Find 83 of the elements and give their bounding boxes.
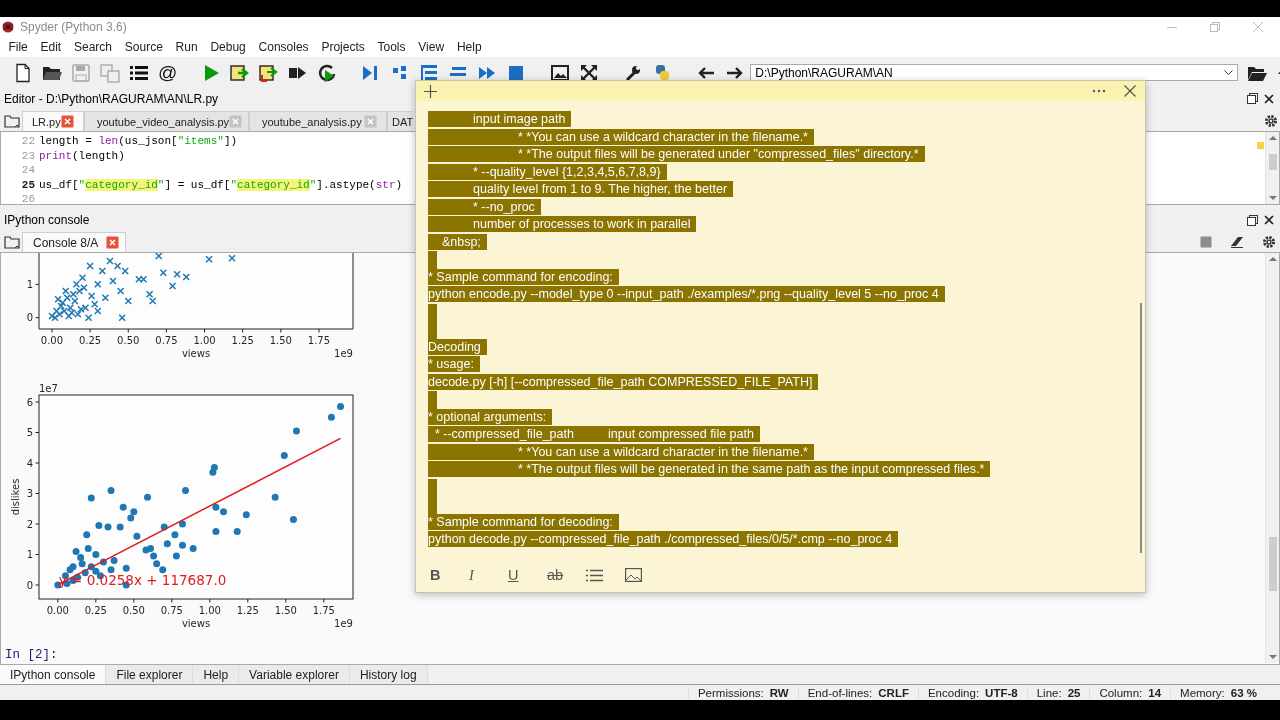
tick-label: 0 [26, 312, 33, 324]
menu-item[interactable]: Projects [315, 40, 372, 54]
axis-label: views [181, 348, 211, 357]
file-tab[interactable]: youtube_video_analysis.py [84, 111, 249, 131]
directory-combo[interactable]: D:\Python\RAGURAM\AN [750, 64, 1239, 81]
pane-tab[interactable]: History log [349, 665, 428, 684]
tick-label: 0 [26, 579, 33, 591]
tick-label: 1.00 [193, 335, 216, 346]
line-number: 22 [20, 134, 36, 149]
email-button[interactable]: @ [158, 62, 178, 83]
axis-offset-label: 1e9 [334, 348, 353, 357]
tick-label: 1 [26, 549, 33, 561]
tick-label: 0.50 [122, 605, 145, 616]
status-label: Permissions: [697, 686, 764, 699]
menu-item[interactable]: Help [450, 40, 488, 54]
status-label: End-of-lines: [807, 686, 873, 699]
status-label: Encoding: [927, 686, 980, 699]
pane-tab[interactable]: File explorer [106, 665, 194, 684]
status-value: CRLF [878, 686, 909, 699]
tick-label: 0.75 [160, 605, 183, 616]
code-line: length = len(us_json["items"]) [39, 134, 238, 149]
status-value: 14 [1148, 686, 1162, 699]
tick-label: 2 [26, 518, 33, 530]
tick-label: 4 [26, 457, 33, 469]
tick-label: 0.00 [46, 605, 69, 616]
file-tab[interactable]: DAT [387, 111, 414, 131]
tick-label: 5 [26, 427, 33, 439]
axis-offset-label: 1e7 [39, 383, 58, 394]
console-prompt: In [2]: [4, 648, 59, 662]
menu-item[interactable]: View [411, 40, 451, 54]
format-button[interactable]: ab [547, 567, 586, 583]
menu-item[interactable]: File [2, 40, 35, 54]
menu-item[interactable]: Tools [371, 40, 412, 54]
status-value: RW [769, 686, 789, 699]
tick-label: 1 [26, 278, 33, 290]
status-value: 63 % [1230, 686, 1257, 699]
tick-label: 1.00 [198, 605, 221, 616]
tick-label: 1.50 [269, 335, 292, 346]
tick-label: 1.25 [236, 605, 259, 616]
menu-item[interactable]: Run [169, 40, 204, 54]
status-label: Line: [1036, 686, 1062, 699]
format-button[interactable]: U [508, 567, 547, 583]
status-value: 25 [1067, 686, 1081, 699]
menu-item[interactable]: Consoles [252, 40, 315, 54]
tick-label: 0.00 [40, 335, 64, 346]
status-value: UTF-8 [985, 686, 1018, 699]
pane-tab[interactable]: IPython console [0, 665, 107, 684]
menu-item[interactable]: Debug [204, 40, 253, 54]
file-tab[interactable]: LR.py [22, 111, 84, 131]
line-number: 26 [20, 192, 36, 207]
line-number: 24 [20, 163, 36, 178]
tick-label: 1.25 [231, 335, 254, 346]
equation-label: y = 0.0258x + 117687.0 [58, 571, 227, 588]
status-label: Memory: [1180, 686, 1225, 699]
code-line: us_df["category_id"] = us_df["category_id"].astype(str) [39, 177, 403, 192]
menu-item[interactable]: Source [118, 40, 170, 54]
menu-item[interactable]: Search [67, 40, 119, 54]
tick-label: 0.75 [155, 335, 178, 346]
tick-label: 0.25 [79, 335, 102, 346]
menu-item[interactable]: Edit [34, 40, 68, 54]
axis-offset-label: 1e9 [334, 618, 353, 629]
tick-label: 6 [26, 396, 33, 408]
tick-label: 1.75 [307, 335, 331, 346]
pane-title: Editor - D:\Python\RAGURAM\AN\LR.py [4, 91, 219, 106]
status-label: Column: [1099, 686, 1143, 699]
tick-label: 3 [26, 488, 33, 500]
tick-label: 1.75 [312, 605, 335, 616]
pane-tab[interactable]: Help [193, 665, 240, 684]
window-title: Spyder (Python 3.6) [20, 20, 127, 34]
format-button[interactable]: B [430, 567, 469, 583]
axis-label: dislikes [10, 478, 21, 516]
console-tab[interactable]: Console 8/A [22, 232, 127, 252]
line-number: 23 [20, 148, 36, 163]
tick-label: 0.25 [84, 605, 107, 616]
line-number: 25 [20, 177, 36, 192]
file-tab[interactable]: youtube_analysis.py [249, 111, 387, 131]
axis-label: views [181, 618, 211, 629]
tick-label: 1.50 [274, 605, 297, 616]
format-button[interactable]: I [469, 566, 508, 584]
tick-label: 0.50 [117, 335, 140, 346]
pane-title: IPython console [4, 213, 90, 227]
code-line: print(length) [39, 148, 125, 163]
pane-tab[interactable]: Variable explorer [239, 665, 350, 684]
